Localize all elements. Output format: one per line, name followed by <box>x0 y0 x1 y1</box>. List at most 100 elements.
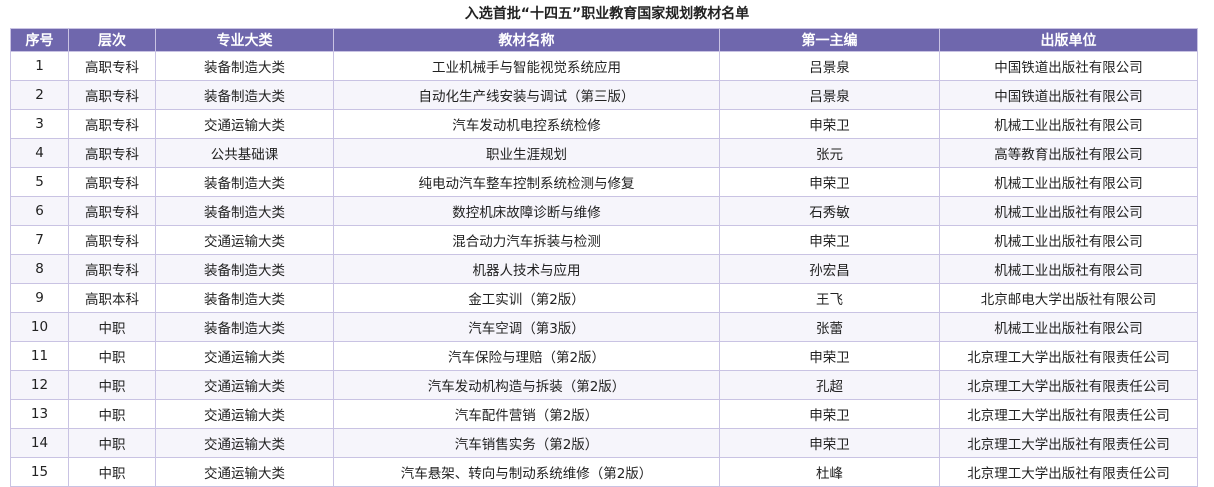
publisher-cell: 机械工业出版社有限公司 <box>939 167 1198 197</box>
textbook-cell: 纯电动汽车整车控制系统检测与修复 <box>333 167 720 197</box>
index-cell: 2 <box>10 80 69 110</box>
publisher-cell: 机械工业出版社有限公司 <box>939 109 1198 139</box>
major-cell: 装备制造大类 <box>155 51 334 81</box>
publisher-cell: 北京理工大学出版社有限责任公司 <box>939 370 1198 400</box>
editor-cell: 申荣卫 <box>719 109 940 139</box>
column-header-editor: 第一主编 <box>719 28 940 52</box>
editor-cell: 张蕾 <box>719 312 940 342</box>
textbook-cell: 汽车销售实务（第2版） <box>333 428 720 458</box>
textbook-cell: 汽车发动机构造与拆装（第2版） <box>333 370 720 400</box>
publisher-cell: 机械工业出版社有限公司 <box>939 196 1198 226</box>
index-cell: 1 <box>10 51 69 81</box>
index-cell: 5 <box>10 167 69 197</box>
table-row: 9 高职本科 装备制造大类 金工实训（第2版） 王飞 北京邮电大学出版社有限公司 <box>10 283 1198 313</box>
level-cell: 中职 <box>68 312 156 342</box>
major-cell: 装备制造大类 <box>155 254 334 284</box>
major-cell: 装备制造大类 <box>155 312 334 342</box>
textbook-cell: 数控机床故障诊断与维修 <box>333 196 720 226</box>
publisher-cell: 北京理工大学出版社有限责任公司 <box>939 428 1198 458</box>
index-cell: 12 <box>10 370 69 400</box>
table-row: 1 高职专科 装备制造大类 工业机械手与智能视觉系统应用 吕景泉 中国铁道出版社有限公司 <box>10 51 1198 81</box>
table-row: 11 中职 交通运输大类 汽车保险与理赔（第2版） 申荣卫 北京理工大学出版社有限责任公司 <box>10 341 1198 371</box>
editor-cell: 杜峰 <box>719 457 940 487</box>
index-cell: 4 <box>10 138 69 168</box>
editor-cell: 申荣卫 <box>719 341 940 371</box>
textbook-cell: 汽车保险与理赔（第2版） <box>333 341 720 371</box>
major-cell: 装备制造大类 <box>155 196 334 226</box>
publisher-cell: 北京理工大学出版社有限责任公司 <box>939 341 1198 371</box>
publisher-cell: 机械工业出版社有限公司 <box>939 254 1198 284</box>
textbook-cell: 汽车配件营销（第2版） <box>333 399 720 429</box>
textbook-table: 序号 层次 专业大类 教材名称 第一主编 出版单位 1 高职专科 装备制造大类 工业机… <box>10 28 1198 487</box>
index-cell: 8 <box>10 254 69 284</box>
column-header-index: 序号 <box>10 28 69 52</box>
column-header-major: 专业大类 <box>155 28 334 52</box>
table-row: 8 高职专科 装备制造大类 机器人技术与应用 孙宏昌 机械工业出版社有限公司 <box>10 254 1198 284</box>
editor-cell: 申荣卫 <box>719 167 940 197</box>
table-row: 10 中职 装备制造大类 汽车空调（第3版） 张蕾 机械工业出版社有限公司 <box>10 312 1198 342</box>
major-cell: 装备制造大类 <box>155 80 334 110</box>
table-row: 2 高职专科 装备制造大类 自动化生产线安装与调试（第三版） 吕景泉 中国铁道出版社有限公… <box>10 80 1198 110</box>
publisher-cell: 中国铁道出版社有限公司 <box>939 51 1198 81</box>
index-cell: 9 <box>10 283 69 313</box>
level-cell: 高职专科 <box>68 196 156 226</box>
level-cell: 中职 <box>68 341 156 371</box>
major-cell: 交通运输大类 <box>155 109 334 139</box>
textbook-cell: 汽车空调（第3版） <box>333 312 720 342</box>
column-header-publisher: 出版单位 <box>939 28 1198 52</box>
textbook-cell: 职业生涯规划 <box>333 138 720 168</box>
major-cell: 公共基础课 <box>155 138 334 168</box>
index-cell: 13 <box>10 399 69 429</box>
publisher-cell: 中国铁道出版社有限公司 <box>939 80 1198 110</box>
major-cell: 交通运输大类 <box>155 341 334 371</box>
table-row: 13 中职 交通运输大类 汽车配件营销（第2版） 申荣卫 北京理工大学出版社有限责任公司 <box>10 399 1198 429</box>
textbook-cell: 自动化生产线安装与调试（第三版） <box>333 80 720 110</box>
editor-cell: 王飞 <box>719 283 940 313</box>
table-row: 7 高职专科 交通运输大类 混合动力汽车拆装与检测 申荣卫 机械工业出版社有限公司 <box>10 225 1198 255</box>
textbook-cell: 汽车悬架、转向与制动系统维修（第2版） <box>333 457 720 487</box>
level-cell: 高职专科 <box>68 254 156 284</box>
table-row: 6 高职专科 装备制造大类 数控机床故障诊断与维修 石秀敏 机械工业出版社有限公司 <box>10 196 1198 226</box>
level-cell: 中职 <box>68 370 156 400</box>
level-cell: 中职 <box>68 428 156 458</box>
column-header-textbook: 教材名称 <box>333 28 720 52</box>
editor-cell: 申荣卫 <box>719 399 940 429</box>
textbook-cell: 混合动力汽车拆装与检测 <box>333 225 720 255</box>
table-row: 12 中职 交通运输大类 汽车发动机构造与拆装（第2版） 孔超 北京理工大学出版社有限责任… <box>10 370 1198 400</box>
editor-cell: 张元 <box>719 138 940 168</box>
index-cell: 3 <box>10 109 69 139</box>
index-cell: 10 <box>10 312 69 342</box>
page-title: 入选首批“十四五”职业教育国家规划教材名单 <box>464 6 750 22</box>
index-cell: 11 <box>10 341 69 371</box>
editor-cell: 申荣卫 <box>719 225 940 255</box>
level-cell: 高职本科 <box>68 283 156 313</box>
major-cell: 交通运输大类 <box>155 225 334 255</box>
table-row: 5 高职专科 装备制造大类 纯电动汽车整车控制系统检测与修复 申荣卫 机械工业出版社有限公… <box>10 167 1198 197</box>
table-row: 4 高职专科 公共基础课 职业生涯规划 张元 高等教育出版社有限公司 <box>10 138 1198 168</box>
index-cell: 7 <box>10 225 69 255</box>
table-row: 14 中职 交通运输大类 汽车销售实务（第2版） 申荣卫 北京理工大学出版社有限责任公司 <box>10 428 1198 458</box>
major-cell: 交通运输大类 <box>155 370 334 400</box>
editor-cell: 吕景泉 <box>719 51 940 81</box>
index-cell: 6 <box>10 196 69 226</box>
level-cell: 中职 <box>68 457 156 487</box>
textbook-cell: 机器人技术与应用 <box>333 254 720 284</box>
editor-cell: 孙宏昌 <box>719 254 940 284</box>
publisher-cell: 高等教育出版社有限公司 <box>939 138 1198 168</box>
publisher-cell: 机械工业出版社有限公司 <box>939 312 1198 342</box>
textbook-cell: 工业机械手与智能视觉系统应用 <box>333 51 720 81</box>
publisher-cell: 北京理工大学出版社有限责任公司 <box>939 399 1198 429</box>
column-header-level: 层次 <box>68 28 156 52</box>
publisher-cell: 北京邮电大学出版社有限公司 <box>939 283 1198 313</box>
index-cell: 15 <box>10 457 69 487</box>
table-row: 15 中职 交通运输大类 汽车悬架、转向与制动系统维修（第2版） 杜峰 北京理工大学出版社… <box>10 457 1198 487</box>
level-cell: 高职专科 <box>68 225 156 255</box>
index-cell: 14 <box>10 428 69 458</box>
major-cell: 交通运输大类 <box>155 399 334 429</box>
level-cell: 高职专科 <box>68 167 156 197</box>
level-cell: 高职专科 <box>68 80 156 110</box>
table-row: 3 高职专科 交通运输大类 汽车发动机电控系统检修 申荣卫 机械工业出版社有限公司 <box>10 109 1198 139</box>
major-cell: 装备制造大类 <box>155 167 334 197</box>
level-cell: 中职 <box>68 399 156 429</box>
major-cell: 装备制造大类 <box>155 283 334 313</box>
